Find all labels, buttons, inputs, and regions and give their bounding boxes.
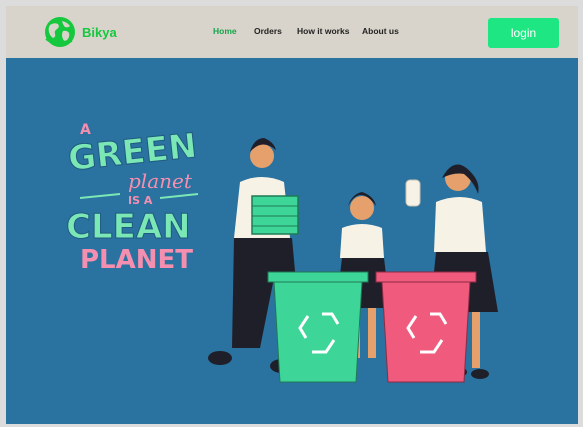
slogan-lettering: A GREEN planet IS A CLEAN PLANET xyxy=(66,122,200,275)
people-recycling-illustration xyxy=(208,138,498,383)
slogan-line-planet: planet xyxy=(128,169,193,193)
top-navbar: Bikya Home Orders How it works About us … xyxy=(6,6,578,58)
slogan-line-is-a: IS A xyxy=(128,194,153,207)
green-recycle-bin xyxy=(267,271,369,383)
nav-how-it-works[interactable]: How it works xyxy=(297,26,349,36)
nav-orders[interactable]: Orders xyxy=(254,26,282,36)
globe-icon xyxy=(45,17,75,47)
hero-section: A GREEN planet IS A CLEAN PLANET xyxy=(6,58,578,424)
slogan-line-planet-caps: PLANET xyxy=(80,245,193,275)
pink-recycle-bin xyxy=(375,271,477,383)
brand[interactable]: Bikya xyxy=(42,15,117,49)
login-button[interactable]: login xyxy=(488,18,559,48)
slogan-line-a: A xyxy=(80,122,91,138)
app-frame: Bikya Home Orders How it works About us … xyxy=(6,6,578,424)
nav-home[interactable]: Home xyxy=(213,26,237,36)
nav-about-us[interactable]: About us xyxy=(362,26,399,36)
slogan-line-clean: CLEAN xyxy=(66,207,191,247)
brand-name: Bikya xyxy=(82,24,117,40)
